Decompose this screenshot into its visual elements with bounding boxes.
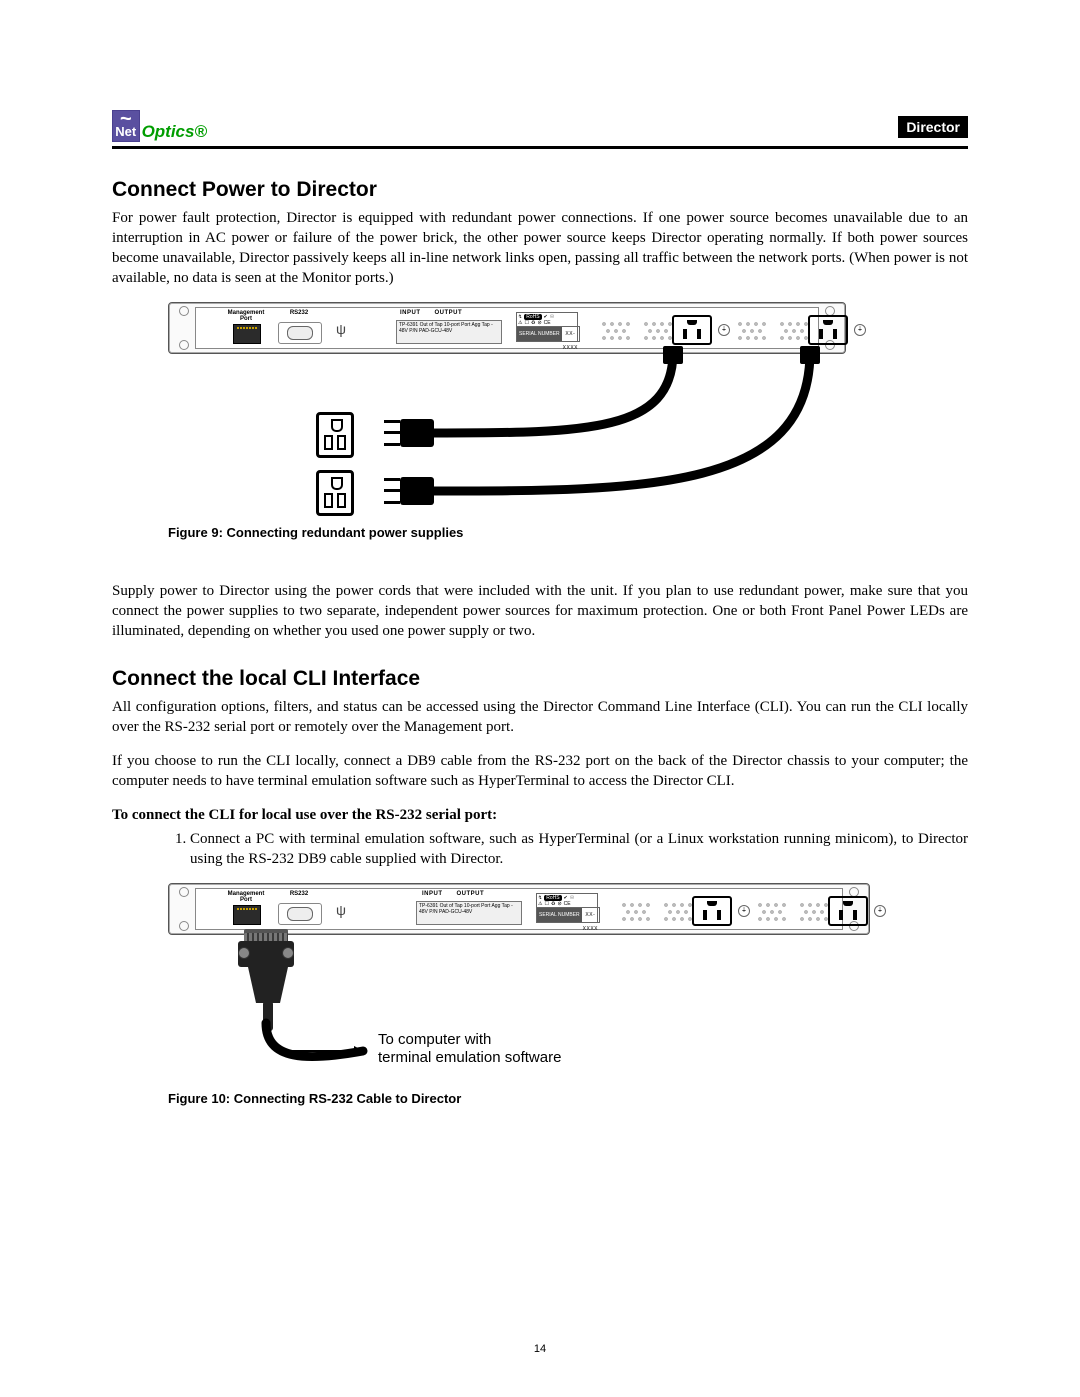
power-para-1: For power fault protection, Director is … xyxy=(112,208,968,288)
serial-val: XX-XXXX xyxy=(562,327,579,341)
plug-2-icon xyxy=(400,477,434,505)
document-title-badge: Director xyxy=(898,116,968,138)
logo-optics-text: Optics® xyxy=(142,123,207,140)
vent-icon xyxy=(734,318,770,348)
label-output: OUTPUT xyxy=(457,891,485,897)
usb-icon: ψ xyxy=(330,318,352,340)
label-mgmt-port: Management Port xyxy=(226,891,266,903)
io-labels: INPUT OUTPUT xyxy=(422,891,484,897)
psu-a: ⏚ xyxy=(592,314,720,344)
annot-line1: To computer with xyxy=(378,1031,491,1048)
netoptics-logo: Net Optics® xyxy=(112,108,207,142)
label-output: OUTPUT xyxy=(435,310,463,316)
management-port-icon xyxy=(233,324,261,344)
director-chassis-rear: Management Port RS232 ψ INPUT OUTPUT TP-… xyxy=(168,883,870,935)
vent-icon xyxy=(754,899,790,929)
power-inlet-b-icon xyxy=(808,315,848,345)
cli-para-2: If you choose to run the CLI locally, co… xyxy=(112,751,968,791)
vent-icon xyxy=(796,899,832,929)
ground-icon: ⏚ xyxy=(854,324,866,336)
chassis-inner: Management Port RS232 ψ INPUT OUTPUT TP-… xyxy=(195,307,819,349)
label-input: INPUT xyxy=(400,310,421,316)
ground-icon: ⏚ xyxy=(874,905,886,917)
figure-9: Management Port RS232 ψ INPUT OUTPUT TP-… xyxy=(168,302,968,517)
serial-val: XX-XXXX xyxy=(582,908,599,922)
annot-line2: terminal emulation software xyxy=(378,1049,561,1066)
label-rs232: RS232 xyxy=(284,891,314,897)
serial-block: SERIAL NUMBER XX-XXXX xyxy=(516,326,580,342)
psu-b: ⏚ xyxy=(728,314,856,344)
io-labels: INPUT OUTPUT xyxy=(400,310,462,316)
header-rule xyxy=(112,146,968,149)
chassis-inner: Management Port RS232 ψ INPUT OUTPUT TP-… xyxy=(195,888,843,930)
figure-9-caption: Figure 9: Connecting redundant power sup… xyxy=(168,525,968,541)
rs232-port-icon xyxy=(278,903,322,925)
vent-icon xyxy=(776,318,812,348)
serial-key: SERIAL NUMBER xyxy=(537,908,582,922)
rs232-port-icon xyxy=(278,322,322,344)
model-info-block: TP-6391 Out of Tap 10-port Port Agg Tap … xyxy=(396,320,502,344)
psu-a: ⏚ xyxy=(612,895,740,925)
vent-icon xyxy=(640,318,676,348)
usb-icon: ψ xyxy=(330,899,352,921)
wall-outlet-2-icon xyxy=(316,470,354,516)
label-rs232: RS232 xyxy=(284,310,314,316)
figure-10: Management Port RS232 ψ INPUT OUTPUT TP-… xyxy=(168,883,968,1083)
serial-block: SERIAL NUMBER XX-XXXX xyxy=(536,907,600,923)
power-para-2: Supply power to Director using the power… xyxy=(112,581,968,641)
cli-para-1: All configuration options, filters, and … xyxy=(112,697,968,737)
director-chassis-rear: Management Port RS232 ψ INPUT OUTPUT TP-… xyxy=(168,302,846,354)
label-mgmt-port: Management Port xyxy=(226,310,266,322)
cli-steps: Connect a PC with terminal emulation sof… xyxy=(168,829,968,869)
page-header: Net Optics® Director xyxy=(112,110,968,148)
model-info-block: TP-6391 Out of Tap 10-port Port Agg Tap … xyxy=(416,901,522,925)
cli-subhead: To connect the CLI for local use over th… xyxy=(112,805,968,825)
power-inlet-a-icon xyxy=(672,315,712,345)
serial-key: SERIAL NUMBER xyxy=(517,327,562,341)
logo-net-text: Net xyxy=(115,125,136,138)
vent-icon xyxy=(660,899,696,929)
db9-connector-icon xyxy=(238,941,298,997)
figure-10-annotation: To computer with terminal emulation soft… xyxy=(378,1031,561,1067)
figure-10-scene: Management Port RS232 ψ INPUT OUTPUT TP-… xyxy=(168,883,868,1083)
label-input: INPUT xyxy=(422,891,443,897)
heading-connect-cli: Connect the local CLI Interface xyxy=(112,667,968,691)
cli-step-1: Connect a PC with terminal emulation sof… xyxy=(190,829,968,869)
figure-10-caption: Figure 10: Connecting RS-232 Cable to Di… xyxy=(168,1091,968,1107)
vent-icon xyxy=(598,318,634,348)
management-port-icon xyxy=(233,905,261,925)
power-inlet-b-icon xyxy=(828,896,868,926)
logo-mark-icon: Net xyxy=(112,110,140,142)
plug-1-icon xyxy=(400,419,434,447)
figure-9-scene: Management Port RS232 ψ INPUT OUTPUT TP-… xyxy=(168,302,844,517)
document-page: Net Optics® Director Connect Power to Di… xyxy=(0,0,1080,1397)
page-content: Connect Power to Director For power faul… xyxy=(112,178,968,1107)
wall-outlet-1-icon xyxy=(316,412,354,458)
power-inlet-a-icon xyxy=(692,896,732,926)
heading-connect-power: Connect Power to Director xyxy=(112,178,968,202)
psu-b: ⏚ xyxy=(748,895,876,925)
vent-icon xyxy=(618,899,654,929)
page-number: 14 xyxy=(0,1343,1080,1355)
